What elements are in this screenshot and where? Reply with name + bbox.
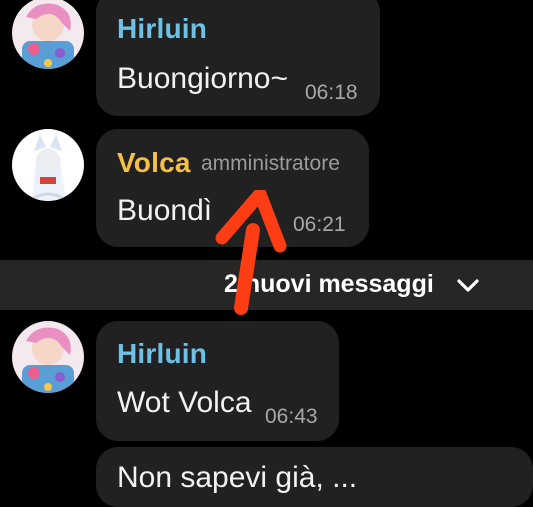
message-time: 06:43 (265, 405, 318, 428)
message-text: Wot Volca (117, 386, 252, 419)
avatar-hirluin[interactable] (12, 321, 84, 393)
author-name[interactable]: Hirluin (117, 13, 207, 45)
message-text: Buongiorno~ (117, 62, 288, 95)
message-text: Buondì (117, 194, 213, 227)
red-arrow-up-icon (215, 190, 287, 315)
author-name[interactable]: Volca (117, 147, 191, 179)
avatar-volca[interactable] (12, 129, 84, 201)
author-name[interactable]: Hirluin (117, 338, 207, 370)
message-text-partial: Non sapevi già, ... (117, 461, 358, 494)
message-time: 06:18 (305, 81, 358, 104)
message-time: 06:21 (293, 213, 346, 236)
chevron-down-icon[interactable] (456, 277, 480, 295)
admin-role-badge: amministratore (201, 152, 340, 175)
avatar-hirluin[interactable] (12, 0, 84, 69)
